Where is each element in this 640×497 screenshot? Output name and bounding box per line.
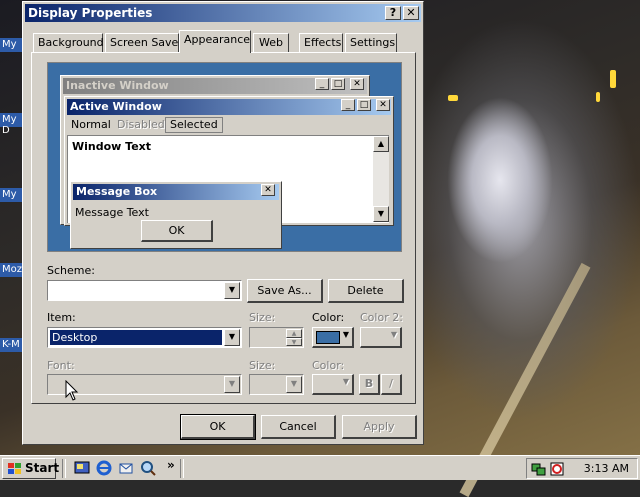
menu-selected[interactable]: Selected: [165, 117, 223, 133]
system-tray: 3:13 AM: [526, 458, 638, 479]
chevron-down-icon[interactable]: ▼: [224, 329, 240, 346]
preview-message-box[interactable]: Message Box ✕ Message Text OK: [70, 181, 282, 249]
dialog-titlebar[interactable]: Display Properties ? ✕: [25, 4, 421, 22]
italic-button[interactable]: /: [381, 374, 402, 395]
chevron-down-icon[interactable]: ▼: [286, 376, 302, 393]
chevron-down-icon: ▼: [342, 377, 349, 386]
delete-button[interactable]: Delete: [328, 279, 404, 303]
desktop-icon-my-documents[interactable]: My: [0, 38, 22, 52]
tab-web[interactable]: Web: [253, 33, 289, 52]
item-color-label: Color:: [312, 311, 345, 324]
help-button[interactable]: ?: [385, 6, 401, 20]
antivirus-icon[interactable]: [549, 461, 565, 477]
appearance-preview: Inactive Window _ □ ✕ Active Window _ □ …: [47, 62, 402, 252]
tab-effects[interactable]: Effects: [299, 33, 343, 52]
item-size-spinner[interactable]: ▲ ▼: [249, 327, 304, 348]
desktop-icon-my-computer[interactable]: My D: [0, 113, 22, 136]
scheme-dropdown[interactable]: ▼: [47, 280, 242, 301]
font-color-picker[interactable]: ▼: [312, 374, 354, 395]
item-color-picker[interactable]: ▼: [312, 327, 354, 348]
chevron-down-icon: ▼: [390, 330, 397, 339]
show-desktop-icon[interactable]: [74, 460, 90, 476]
clock[interactable]: 3:13 AM: [584, 462, 629, 475]
spin-down-icon[interactable]: ▼: [286, 338, 302, 346]
ok-button[interactable]: OK: [180, 414, 256, 440]
cancel-button[interactable]: Cancel: [261, 415, 336, 439]
street-light: [610, 70, 616, 88]
bold-button[interactable]: B: [359, 374, 380, 395]
search-icon[interactable]: [140, 460, 156, 476]
color-swatch: [316, 331, 340, 344]
taskbar: Start » 3:13 AM: [0, 455, 640, 480]
item-value: Desktop: [50, 330, 222, 345]
display-properties-dialog: Display Properties ? ✕ Background Screen…: [22, 1, 424, 445]
preview-scrollbar[interactable]: ▲ ▼: [373, 136, 389, 222]
desktop-icon-mozilla[interactable]: Moz: [0, 263, 22, 277]
outlook-express-icon[interactable]: [118, 460, 134, 476]
item-color2-label: Color 2:: [360, 311, 403, 324]
maximize-icon: □: [331, 78, 345, 90]
font-label: Font:: [47, 359, 75, 372]
taskbar-separator: [62, 459, 66, 478]
minimize-icon: _: [341, 99, 355, 111]
scroll-down-icon[interactable]: ▼: [373, 206, 389, 222]
chevron-down-icon: ▼: [342, 330, 349, 339]
message-ok-button[interactable]: OK: [141, 220, 213, 242]
item-dropdown[interactable]: Desktop ▼: [47, 327, 242, 348]
font-size-dropdown[interactable]: ▼: [249, 374, 304, 395]
chevron-down-icon[interactable]: ▼: [224, 282, 240, 299]
preview-menu-bar: Normal Disabled Selected: [67, 117, 387, 133]
network-icon[interactable]: [531, 461, 547, 477]
mouse-cursor-icon: [65, 380, 79, 401]
street-light: [596, 92, 600, 102]
start-button[interactable]: Start: [2, 458, 60, 479]
message-text: Message Text: [75, 206, 149, 219]
street-light: [448, 95, 458, 101]
close-icon: ✕: [261, 184, 275, 196]
font-size-label: Size:: [249, 359, 276, 372]
menu-disabled[interactable]: Disabled: [117, 117, 165, 133]
tab-screen-saver[interactable]: Screen Saver: [105, 33, 183, 52]
spin-up-icon[interactable]: ▲: [286, 329, 302, 338]
apply-button[interactable]: Apply: [342, 415, 417, 439]
menu-normal[interactable]: Normal: [71, 117, 111, 133]
tab-settings[interactable]: Settings: [345, 33, 397, 52]
maximize-icon: □: [357, 99, 371, 111]
minimize-icon: _: [315, 78, 329, 90]
internet-explorer-icon[interactable]: [96, 460, 112, 476]
item-size-label: Size:: [249, 311, 276, 324]
close-button[interactable]: ✕: [403, 6, 419, 20]
window-text: Window Text: [72, 140, 152, 153]
desktop-icon-my-network[interactable]: My: [0, 188, 22, 202]
dialog-title: Display Properties: [28, 6, 153, 20]
tab-background[interactable]: Background: [33, 33, 104, 52]
windows-logo-icon: [8, 463, 21, 474]
item-label: Item:: [47, 311, 76, 324]
start-label: Start: [25, 461, 60, 475]
desktop-icon-k-meleon[interactable]: K-M: [0, 338, 22, 352]
item-color2-picker[interactable]: ▼: [360, 327, 402, 348]
scheme-label: Scheme:: [47, 264, 95, 277]
taskbar-separator: [180, 459, 184, 478]
quick-launch-chevron[interactable]: »: [167, 458, 175, 472]
close-icon: ✕: [350, 78, 364, 90]
close-icon: ✕: [376, 99, 390, 111]
scroll-up-icon[interactable]: ▲: [373, 136, 389, 152]
chevron-down-icon[interactable]: ▼: [224, 376, 240, 393]
font-color-label: Color:: [312, 359, 345, 372]
tab-appearance[interactable]: Appearance: [179, 30, 251, 53]
save-as-button[interactable]: Save As...: [247, 279, 323, 303]
message-box-title: Message Box: [73, 184, 279, 200]
